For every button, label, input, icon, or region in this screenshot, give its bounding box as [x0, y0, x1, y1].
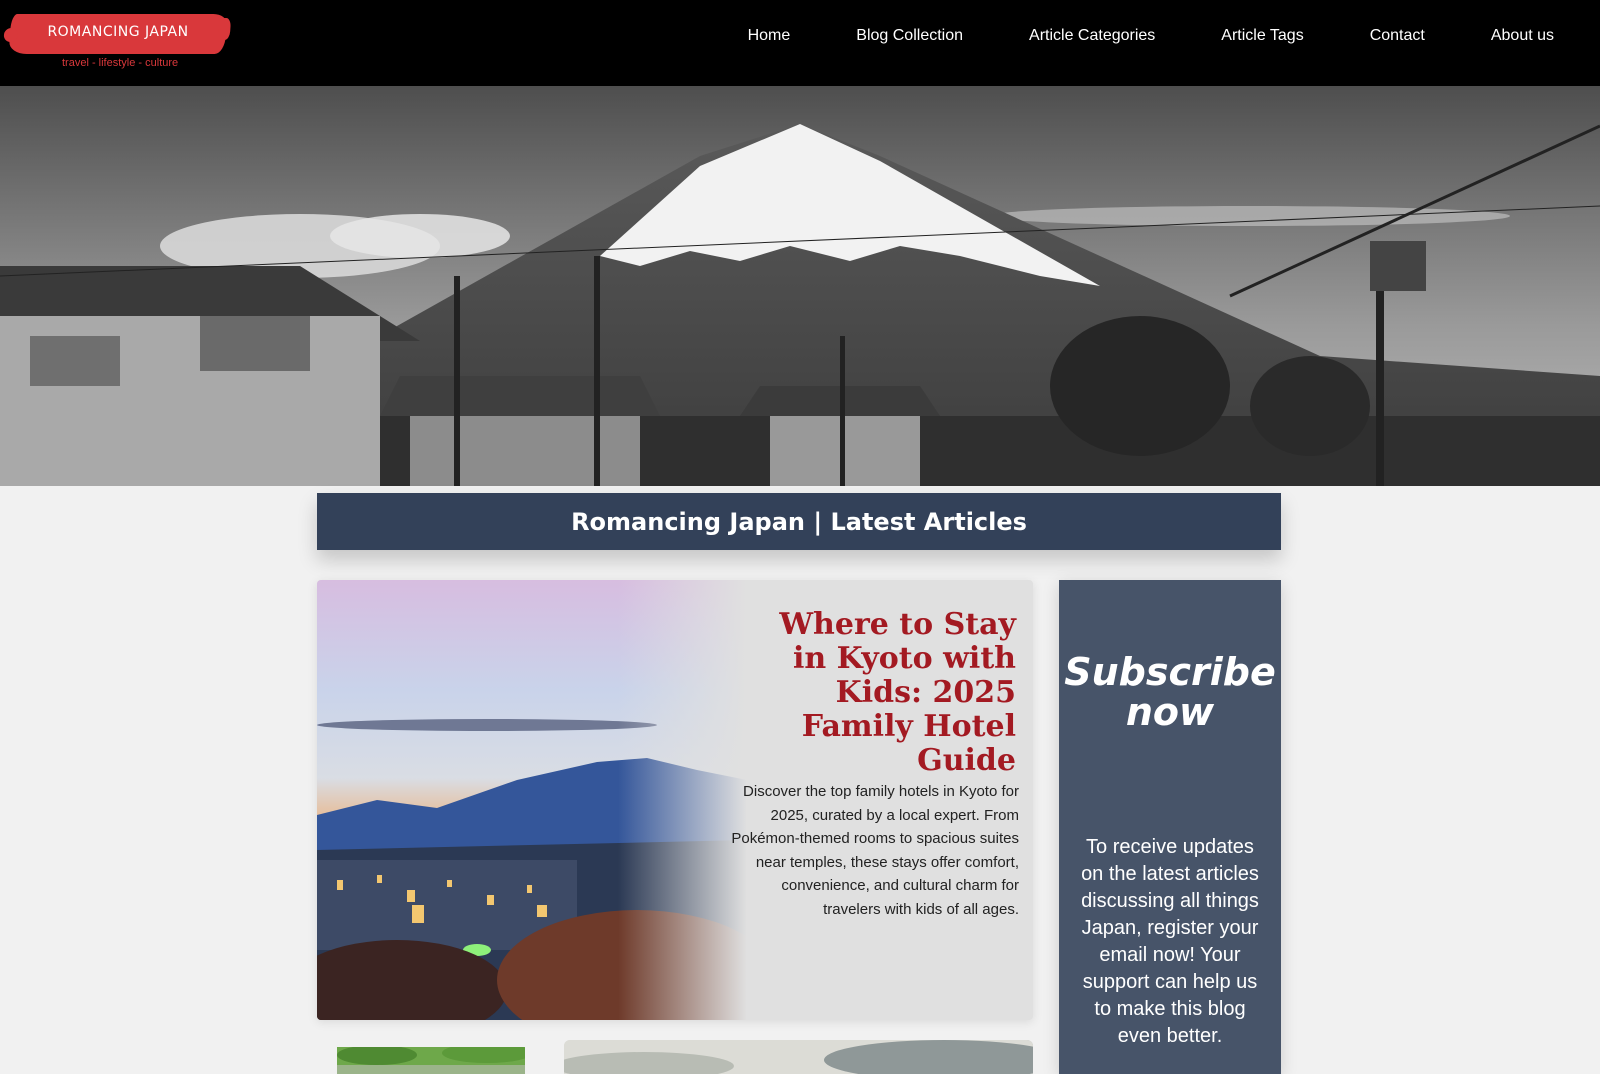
- featured-article-card[interactable]: Where to Stay in Kyoto with Kids: 2025 F…: [317, 580, 1033, 1020]
- nav-about-us[interactable]: About us: [1491, 27, 1554, 45]
- misty-landscape-photo-icon: [564, 1040, 1033, 1074]
- site-logo[interactable]: ROMANCING JAPAN travel - lifestyle - cul…: [8, 14, 228, 72]
- article-thumbnail-misty[interactable]: [564, 1040, 1033, 1074]
- nav-article-tags[interactable]: Article Tags: [1221, 27, 1303, 45]
- article-thumbnail-park[interactable]: [337, 1047, 525, 1074]
- kyoto-city-dusk-photo-icon[interactable]: [317, 580, 747, 1020]
- mount-fuji-photo-icon: [0, 86, 1600, 486]
- nav-home[interactable]: Home: [748, 27, 791, 45]
- logo-text: ROMANCING JAPAN: [47, 24, 189, 40]
- hero-image: [0, 86, 1600, 486]
- subscribe-heading: Subscribe now: [1064, 650, 1276, 734]
- article-excerpt: Discover the top family hotels in Kyoto …: [731, 783, 1019, 918]
- main-nav: Home Blog Collection Article Categories …: [682, 27, 1554, 45]
- nav-blog-collection[interactable]: Blog Collection: [856, 27, 963, 45]
- section-title-text: Romancing Japan | Latest Articles: [571, 507, 1027, 536]
- subscribe-panel: Subscribe now To receive updates on the …: [1059, 580, 1281, 1074]
- nav-article-categories[interactable]: Article Categories: [1029, 27, 1155, 45]
- nav-contact[interactable]: Contact: [1370, 27, 1425, 45]
- latest-articles-header: Romancing Japan | Latest Articles: [317, 493, 1281, 550]
- article-title-link[interactable]: Where to Stay in Kyoto with Kids: 2025 F…: [746, 608, 1016, 778]
- logo-tagline: travel - lifestyle - culture: [62, 57, 179, 69]
- subscribe-description: To receive updates on the latest article…: [1081, 836, 1259, 1047]
- park-trees-photo-icon: [337, 1047, 525, 1074]
- top-navbar: ROMANCING JAPAN travel - lifestyle - cul…: [0, 0, 1600, 86]
